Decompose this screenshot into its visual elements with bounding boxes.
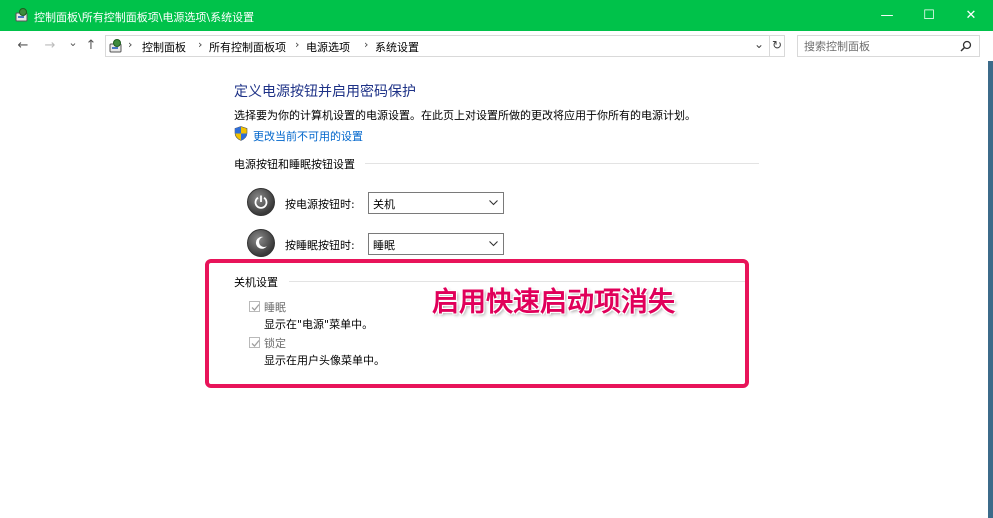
forward-button[interactable]: → <box>43 38 57 54</box>
breadcrumb-separator: › <box>128 38 133 51</box>
maximize-button[interactable]: ☐ <box>909 0 949 31</box>
uac-shield-icon <box>234 126 248 141</box>
chevron-down-icon <box>489 200 498 206</box>
page-title: 定义电源按钮并启用密码保护 <box>234 84 416 100</box>
divider <box>769 36 770 56</box>
close-button[interactable]: ✕ <box>951 0 991 31</box>
back-button[interactable]: ← <box>16 38 30 54</box>
breadcrumb-all-items[interactable]: 所有控制面板项 <box>209 39 286 55</box>
power-button-label: 按电源按钮时: <box>285 198 355 211</box>
change-unavailable-settings-link[interactable]: 更改当前不可用的设置 <box>253 128 363 144</box>
title-bar: 控制面板\所有控制面板项\电源选项\系统设置 — ☐ ✕ <box>0 0 993 31</box>
control-panel-icon <box>109 39 122 53</box>
navigation-bar: ← → ⌄ ↑ › 控制面板 › 所有控制面板项 › 电源选项 › 系统设置 ⌄… <box>0 31 993 61</box>
annotation-highlight-box <box>205 259 749 388</box>
minimize-button[interactable]: — <box>867 0 907 31</box>
search-box[interactable] <box>797 35 980 57</box>
sleep-button-icon <box>247 229 275 257</box>
window-edge <box>988 61 993 518</box>
address-bar[interactable]: › 控制面板 › 所有控制面板项 › 电源选项 › 系统设置 ⌄ ↻ <box>105 35 785 57</box>
breadcrumb-separator: › <box>364 38 369 51</box>
breadcrumb-separator: › <box>295 38 300 51</box>
window-title: 控制面板\所有控制面板项\电源选项\系统设置 <box>34 11 255 24</box>
annotation-text: 启用快速启动项消失 <box>432 287 675 318</box>
up-button[interactable]: ↑ <box>84 38 98 54</box>
chevron-down-icon <box>489 241 498 247</box>
power-button-icon <box>247 188 275 216</box>
search-icon[interactable] <box>960 40 972 52</box>
page-description: 选择要为你的计算机设置的电源设置。在此页上对设置所做的更改将应用于你所有的电源计… <box>234 109 696 122</box>
breadcrumb-system-settings[interactable]: 系统设置 <box>375 39 419 55</box>
breadcrumb-control-panel[interactable]: 控制面板 <box>142 39 186 55</box>
refresh-button[interactable]: ↻ <box>772 38 782 52</box>
select-value: 睡眠 <box>373 239 395 252</box>
sleep-button-action-select[interactable]: 睡眠 <box>368 233 504 255</box>
search-input[interactable] <box>804 38 954 54</box>
control-panel-icon <box>15 8 28 22</box>
section-divider <box>365 163 759 164</box>
select-value: 关机 <box>373 198 395 211</box>
power-button-action-select[interactable]: 关机 <box>368 192 504 214</box>
power-buttons-section-title: 电源按钮和睡眠按钮设置 <box>234 158 355 171</box>
sleep-button-label: 按睡眠按钮时: <box>285 239 355 252</box>
address-dropdown-button[interactable]: ⌄ <box>754 37 764 51</box>
recent-locations-button[interactable]: ⌄ <box>66 35 80 51</box>
breadcrumb-power-options[interactable]: 电源选项 <box>306 39 350 55</box>
breadcrumb-separator: › <box>198 38 203 51</box>
